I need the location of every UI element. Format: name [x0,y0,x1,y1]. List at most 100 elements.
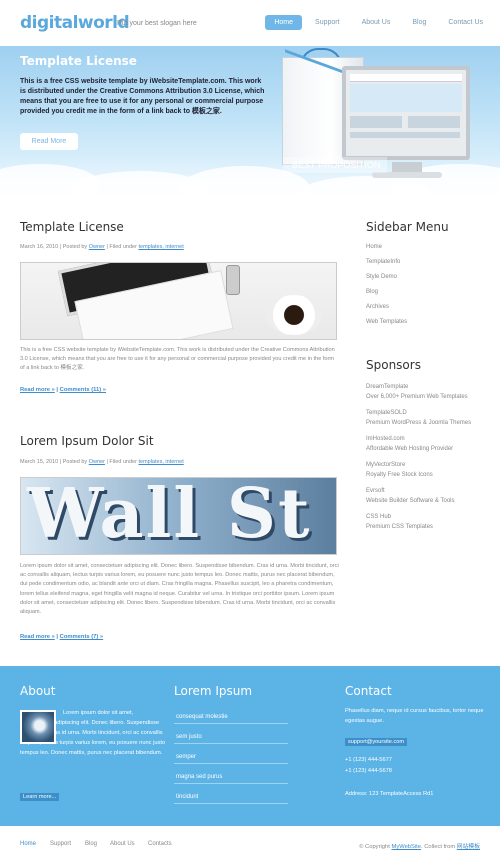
post-image-laptop [20,262,337,340]
sponsor-name[interactable]: MyVectorStore [366,460,433,470]
sponsor-desc: Premium CSS Templates [366,524,433,530]
learn-more-link[interactable]: Learn more... [20,793,60,801]
post-date: March 15, 2010 [20,459,59,465]
read-more-button[interactable]: Read More [20,133,78,150]
footer-list-item[interactable]: magna sed purus [174,766,288,784]
header: digitalworld Put your best slogan here H… [0,0,500,46]
read-more-link[interactable]: Read more » [20,634,55,640]
sidebar-item-archives[interactable]: Archives [366,304,389,310]
copyright-prefix: © Copyright [359,844,390,850]
filed-under-label: Filed under [109,459,137,465]
contact-phone: +1 (123) 444-5678 [345,768,392,774]
phone [226,265,240,295]
filed-under-label: Filed under [109,244,137,250]
post-categories-link[interactable]: templates, internet [138,459,183,465]
contact-email[interactable]: support@yoursite.com [345,738,408,746]
screen-header [350,74,462,82]
sponsor-item[interactable]: ImHosted.com Affordable Web Hosting Provi… [366,434,453,454]
monitor-image [342,66,470,160]
post-links: Read more » | Comments (7) » [20,634,104,640]
sponsor-name[interactable]: TemplateSOLD [366,408,471,418]
screen-block [350,132,460,138]
sponsor-name[interactable]: ImHosted.com [366,434,453,444]
sponsor-desc: Premium WordPress & Joomla Themes [366,420,472,426]
post-categories-link[interactable]: templates, internet [138,244,183,250]
footer-lorem-title: Lorem Ipsum [174,684,253,698]
posted-by-label: Posted by [62,459,88,465]
site-slogan: Put your best slogan here [117,20,197,27]
coffee-cup [266,295,322,335]
posted-by-label: Posted by [62,244,88,250]
contact-address: Address: 123 TemplateAccess Rd1 [345,791,434,797]
sidebar-item-templateinfo[interactable]: TemplateInfo [366,259,400,265]
post-excerpt: This is a free CSS website template by i… [20,347,335,372]
collect-link[interactable]: 网站模板 [457,844,480,850]
sponsor-desc: Website Builder Software & Tools [366,498,455,504]
sidebar-item-blog[interactable]: Blog [366,289,378,295]
sponsor-item[interactable]: Evrsoft Website Builder Software & Tools [366,486,455,506]
post-meta: March 15, 2010 | Posted by Owner | Filed… [20,459,184,465]
footer-about-title: About [20,684,56,698]
post-image-wall-st: Wall St [20,477,337,555]
bottom-nav-blog[interactable]: Blog [85,841,97,847]
main-nav: Home Support About Us Blog Contact Us [261,15,492,30]
screen-block [350,116,402,128]
wall-st-letters: Wall St [27,477,312,554]
collect-prefix: . Collect from [421,844,456,850]
footer-list-item[interactable]: consequat molestie [174,706,288,724]
bottom-nav-contacts[interactable]: Contacts [148,841,172,847]
sidebar-item-home[interactable]: Home [366,244,382,250]
sponsor-name[interactable]: CSS Hub [366,512,433,522]
post-excerpt: Lorem ipsum dolor sit amet, consectetuer… [20,563,339,616]
footer-list-item[interactable]: tincidunt [174,786,288,804]
screen-hero [350,84,462,112]
sponsor-desc: Over 6,000+ Premium Web Templates [366,394,468,400]
nav-home[interactable]: Home [265,15,303,30]
post-title[interactable]: Lorem Ipsum Dolor Sit [20,434,154,448]
sponsor-item[interactable]: DreamTemplate Over 6,000+ Premium Web Tem… [366,382,468,402]
contact-phone: +1 (123) 444-5677 [345,757,392,763]
post-author-link[interactable]: Owner [89,244,105,250]
post-links: Read more » | Comments (11) » [20,387,107,393]
banner-text: This is a free CSS website template by i… [20,78,265,115]
sidebar-menu-title: Sidebar Menu [366,220,449,234]
bottom-nav-about-us[interactable]: About Us [110,841,135,847]
copyright: © Copyright MyWebSite. Collect from 网站模板 [359,841,480,850]
bottom-bar: Home Support Blog About Us Contacts © Co… [0,826,500,863]
post-date: March 16, 2010 [20,244,59,250]
sponsor-desc: Royalty Free Stock Icons [366,472,433,478]
comments-link[interactable]: Comments (11) » [60,387,106,393]
best-proposition-label: BEST PROPOSITION [283,157,387,173]
sponsor-name[interactable]: DreamTemplate [366,382,468,392]
footer: About Lorem ipsum dolor sit amet, consec… [0,666,500,826]
sponsor-item[interactable]: CSS Hub Premium CSS Templates [366,512,433,532]
footer-contact-title: Contact [345,684,392,698]
sidebar-item-web-templates[interactable]: Web Templates [366,319,407,325]
site-logo[interactable]: digitalworld [20,13,130,33]
nav-contact-us[interactable]: Contact Us [439,15,492,30]
bottom-nav-home[interactable]: Home [20,841,36,847]
nav-blog[interactable]: Blog [403,15,435,30]
banner-title: Template License [20,54,137,68]
sponsor-item[interactable]: MyVectorStore Royalty Free Stock Icons [366,460,433,480]
hero-banner: Template License This is a free CSS webs… [0,46,500,196]
sponsor-name[interactable]: Evrsoft [366,486,455,496]
bottom-nav-support[interactable]: Support [50,841,71,847]
footer-list-item[interactable]: sem justo [174,726,288,744]
copyright-link[interactable]: MyWebSite [391,844,421,850]
post-meta: March 16, 2010 | Posted by Owner | Filed… [20,244,184,250]
sponsor-item[interactable]: TemplateSOLD Premium WordPress & Joomla T… [366,408,471,428]
comments-link[interactable]: Comments (7) » [60,634,104,640]
about-image [20,710,56,744]
nav-support[interactable]: Support [306,15,349,30]
contact-text: Phasellus diam, neque id cursus faucibus… [345,708,484,724]
read-more-link[interactable]: Read more » [20,387,55,393]
sponsors-title: Sponsors [366,358,421,372]
post-title[interactable]: Template License [20,220,124,234]
footer-list-item[interactable]: semper [174,746,288,764]
screen-block [408,116,460,128]
sidebar-item-style-demo[interactable]: Style Demo [366,274,397,280]
nav-about-us[interactable]: About Us [353,15,400,30]
post-author-link[interactable]: Owner [89,459,105,465]
sponsor-desc: Affordable Web Hosting Provider [366,446,454,452]
